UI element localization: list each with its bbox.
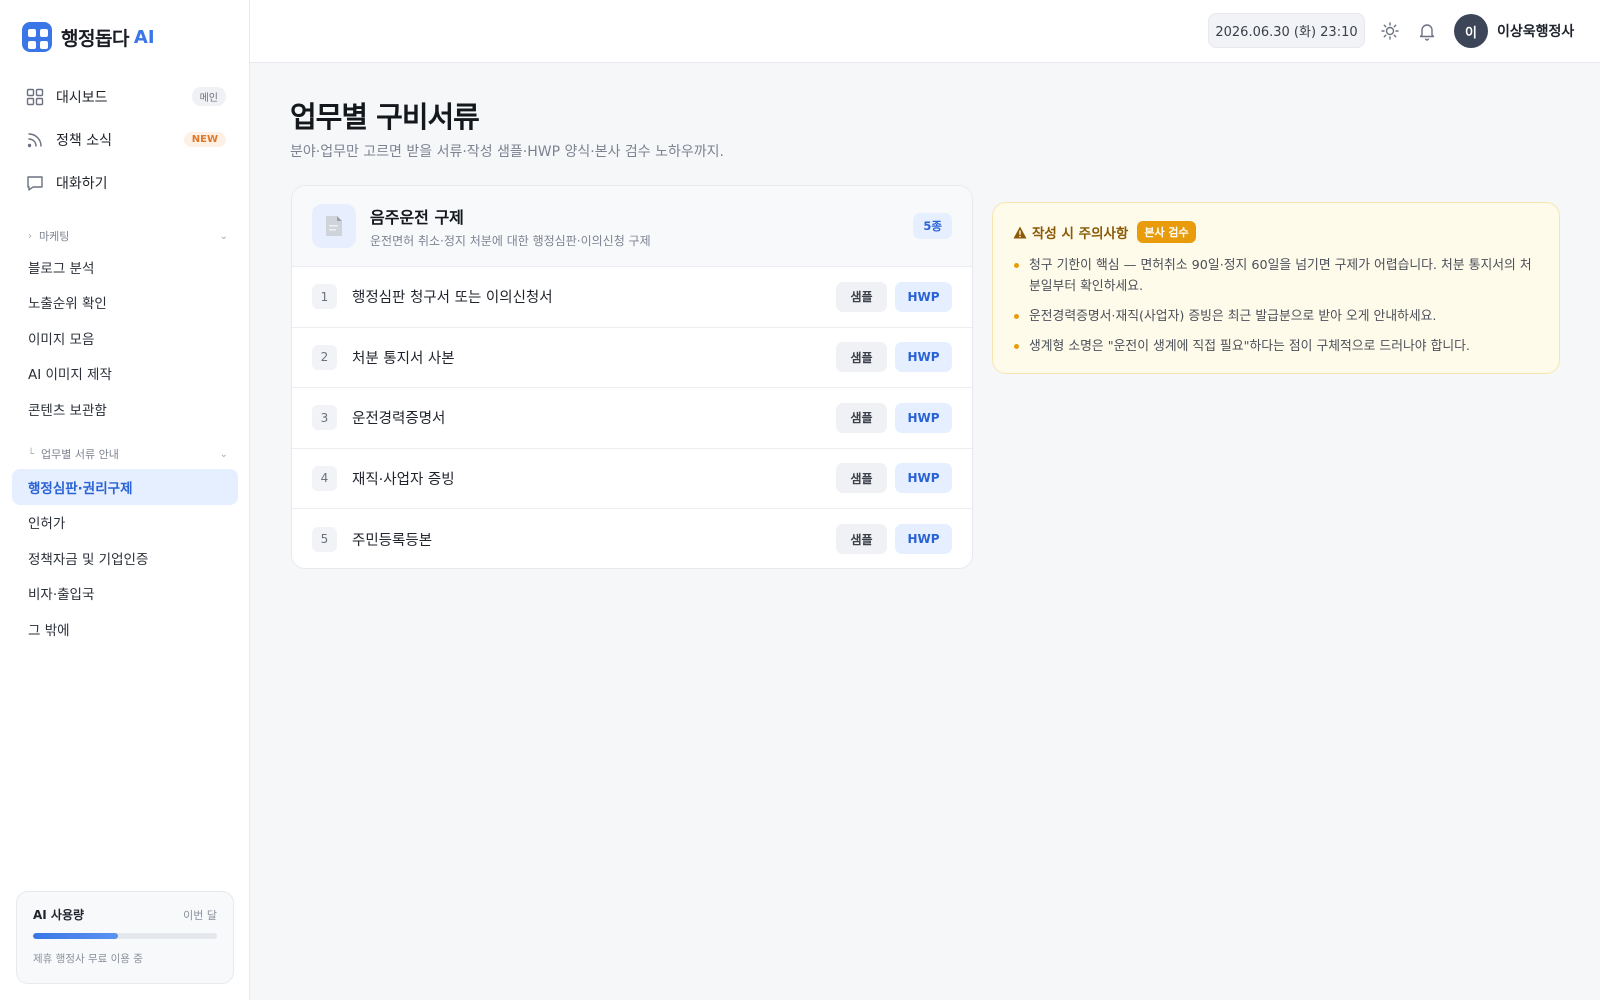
doc-row: 3 운전경력증명서 샘플 HWP <box>292 388 972 449</box>
marketing-nav: 블로그 분석 노출순위 확인 이미지 모음 AI 이미지 제작 콘텐츠 보관함 <box>12 249 238 427</box>
ai-usage-card: AI 사용량 이번 달 제휴 행정사 무료 이용 중 <box>16 891 234 984</box>
usage-progress-bar <box>33 933 217 939</box>
row-label: 행정심판 청구서 또는 이의신청서 <box>352 290 553 307</box>
apps-icon <box>22 22 52 52</box>
nav-policy-funds[interactable]: 정책자금 및 기업인증 <box>12 540 238 576</box>
notice-list: 청구 기한이 핵심 — 면허취소 90일·정지 60일을 넘기면 구제가 어렵습… <box>1013 255 1539 357</box>
review-badge: 본사 검수 <box>1137 221 1196 243</box>
docs-guide-section-toggle[interactable]: └ 업무별 서류 안내 ⌄ <box>28 446 228 462</box>
nav-etc[interactable]: 그 밖에 <box>12 611 238 647</box>
marketing-section-title: 마케팅 <box>39 230 70 243</box>
avatar[interactable]: 이 <box>1454 14 1488 48</box>
page-title: 업무별 구비서류 <box>290 100 480 134</box>
sun-icon[interactable] <box>1379 20 1401 42</box>
hwp-button[interactable]: HWP <box>895 463 952 494</box>
nav-chat[interactable]: 대화하기 <box>0 161 250 204</box>
marketing-section-toggle[interactable]: › 마케팅 ⌄ <box>28 228 228 244</box>
nav-policy-news-label: 정책 소식 <box>56 132 112 149</box>
doc-count-badge: 5종 <box>913 213 952 239</box>
row-number: 3 <box>312 405 337 431</box>
row-label: 처분 통지서 사본 <box>352 350 455 367</box>
hwp-button[interactable]: HWP <box>895 524 952 555</box>
row-label: 주민등록등본 <box>352 532 433 549</box>
usage-period: 이번 달 <box>183 908 217 922</box>
notice-item: 청구 기한이 핵심 — 면허취소 90일·정지 60일을 넘기면 구제가 어렵습… <box>1013 255 1539 297</box>
chevron-right-icon: › <box>28 230 32 242</box>
row-number: 5 <box>312 526 337 552</box>
brand-name: 행정돕다 <box>61 27 129 50</box>
nav-dashboard[interactable]: 대시보드 메인 <box>0 75 250 118</box>
hwp-button[interactable]: HWP <box>895 281 952 312</box>
sample-button[interactable]: 샘플 <box>836 524 887 555</box>
brand-logo-link[interactable]: 행정돕다 AI <box>22 22 155 52</box>
datetime-display: 2026.06.30 (화) 23:10 <box>1208 13 1365 48</box>
nav-dashboard-label: 대시보드 <box>56 89 108 106</box>
row-number: 2 <box>312 344 337 370</box>
nav-image-collection[interactable]: 이미지 모음 <box>12 320 238 356</box>
main-badge: 메인 <box>191 87 226 106</box>
usage-title: AI 사용량 <box>33 908 85 922</box>
nav-permits[interactable]: 인허가 <box>12 505 238 541</box>
main-nav: 대시보드 메인 정책 소식 NEW 대화하기 <box>0 75 250 204</box>
usage-note: 제휴 행정사 무료 이용 중 <box>33 953 143 965</box>
row-number: 1 <box>312 284 337 310</box>
chat-icon <box>27 175 43 191</box>
notice-item: 운전경력증명서·재직(사업자) 증빙은 최근 발급분으로 받아 오게 안내하세요… <box>1013 306 1539 327</box>
doc-card-header: 음주운전 구제 운전면허 취소·정지 처분에 대한 행정심판·이의신청 구제 5… <box>292 186 972 267</box>
warning-icon <box>1013 226 1027 238</box>
sample-button[interactable]: 샘플 <box>836 402 887 433</box>
corner-icon: └ <box>28 448 35 460</box>
nav-blog-analysis[interactable]: 블로그 분석 <box>12 249 238 285</box>
sample-button[interactable]: 샘플 <box>836 342 887 373</box>
chevron-down-icon: ⌄ <box>219 448 228 460</box>
doc-row: 2 처분 통지서 사본 샘플 HWP <box>292 328 972 388</box>
nav-admin-appeal[interactable]: 행정심판·권리구제 <box>12 469 238 505</box>
nav-visa[interactable]: 비자·출입국 <box>12 576 238 612</box>
doc-card-title: 음주운전 구제 <box>370 207 464 227</box>
row-label: 재직·사업자 증빙 <box>352 471 455 488</box>
bell-icon[interactable] <box>1416 20 1438 42</box>
caution-notice: 작성 시 주의사항 본사 검수 청구 기한이 핵심 — 면허취소 90일·정지 … <box>992 202 1560 374</box>
chevron-down-icon: ⌄ <box>219 230 228 242</box>
notice-item: 생계형 소명은 "운전이 생계에 직접 필요"하다는 점이 구체적으로 드러나야… <box>1013 336 1539 357</box>
hwp-button[interactable]: HWP <box>895 342 952 373</box>
doc-row: 1 행정심판 청구서 또는 이의신청서 샘플 HWP <box>292 267 972 328</box>
sample-button[interactable]: 샘플 <box>836 281 887 312</box>
doc-card: 음주운전 구제 운전면허 취소·정지 처분에 대한 행정심판·이의신청 구제 5… <box>291 185 973 569</box>
doc-card-description: 운전면허 취소·정지 처분에 대한 행정심판·이의신청 구제 <box>370 233 651 248</box>
rss-icon <box>27 132 42 147</box>
docs-guide-nav: 행정심판·권리구제 인허가 정책자금 및 기업인증 비자·출입국 그 밖에 <box>12 469 238 647</box>
grid-icon <box>26 88 44 105</box>
topbar: 2026.06.30 (화) 23:10 이 이상욱행정사 <box>250 0 1600 63</box>
nav-content-archive[interactable]: 콘텐츠 보관함 <box>12 391 238 427</box>
usage-progress-fill <box>33 933 118 939</box>
notice-title: 작성 시 주의사항 <box>1032 226 1129 242</box>
row-number: 4 <box>312 465 337 491</box>
page-subtitle: 분야·업무만 고르면 받을 서류·작성 샘플·HWP 양식·본사 검수 노하우까… <box>290 144 724 160</box>
doc-row: 5 주민등록등본 샘플 HWP <box>292 509 972 568</box>
docs-guide-section-title: 업무별 서류 안내 <box>41 448 119 461</box>
new-badge: NEW <box>183 132 226 147</box>
sidebar: 행정돕다 AI 대시보드 메인 정책 소식 NEW 대화하기 › 마케팅 ⌄ 블… <box>0 0 250 1000</box>
nav-rank-check[interactable]: 노출순위 확인 <box>12 285 238 321</box>
doc-row: 4 재직·사업자 증빙 샘플 HWP <box>292 449 972 509</box>
row-label: 운전경력증명서 <box>352 411 446 428</box>
document-icon <box>312 204 356 248</box>
sample-button[interactable]: 샘플 <box>836 463 887 494</box>
brand-ai-label: AI <box>133 26 155 48</box>
hwp-button[interactable]: HWP <box>895 402 952 433</box>
nav-ai-image[interactable]: AI 이미지 제작 <box>12 356 238 392</box>
nav-chat-label: 대화하기 <box>56 175 108 192</box>
nav-policy-news[interactable]: 정책 소식 NEW <box>0 118 250 161</box>
username[interactable]: 이상욱행정사 <box>1497 21 1574 41</box>
